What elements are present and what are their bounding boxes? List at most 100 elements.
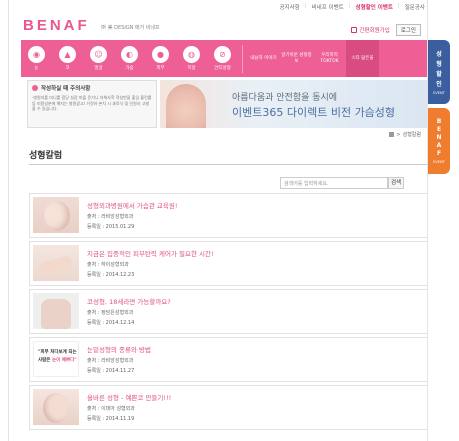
nav-skin[interactable]: ● 피부 [145, 40, 176, 77]
list-item[interactable]: 성형외과병원에서 가슴관 교육원! 출처 : 라비앙성형외과 등록일 : 201… [29, 193, 427, 238]
nav-divider [242, 44, 243, 73]
sidetab-char: N [436, 134, 442, 141]
banner-headline: 아름다움과 안전함을 동시에 [232, 93, 338, 103]
sidetab-char: B [436, 118, 442, 125]
face-icon: ☺ [90, 46, 107, 63]
search-input[interactable]: 검색어를 입력하세요. [280, 177, 388, 189]
link-notice[interactable]: 공지사항 [279, 3, 299, 11]
article-list: 성형외과병원에서 가슴관 교육원! 출처 : 라비앙성형외과 등록일 : 201… [29, 193, 427, 433]
brand-logo[interactable]: BENAF [23, 17, 90, 34]
banner-photo [166, 84, 206, 128]
nav-anti[interactable]: ⊘ 안티성형 [207, 40, 238, 77]
sidetab-more: EVENT [433, 91, 445, 95]
article-thumbnail[interactable] [33, 245, 79, 281]
article-title[interactable]: 지금은 집중적인 피부탄력 케어가 필요한 시간! [87, 248, 214, 258]
breadcrumb-current: 성형칼럼 [402, 132, 421, 138]
sidetab-benaf[interactable]: B E N A F EVENT [428, 108, 450, 174]
nose-icon: ▲ [59, 46, 76, 63]
body-icon: ◍ [183, 46, 200, 63]
article-thumbnail[interactable] [33, 293, 79, 329]
notice-title-text: 작성하실 때 주의사항 [41, 86, 91, 92]
nav-label: 안티성형 [214, 66, 231, 71]
breadcrumb: > 성형칼럼 [389, 131, 421, 138]
article-thumbnail[interactable]: "피부 처다보게 되는 사람은 눈이 예쁘다" [33, 341, 79, 377]
header-actions: 간편회원가입 로그인 [351, 24, 421, 36]
page-frame: 공지사항 | 비네프 이벤트 | 성형할인 이벤트 | 질문공사 BENAF ㈜ 美 … [8, 0, 428, 441]
nav-eye[interactable]: ◉ 눈 [21, 40, 52, 77]
page-title: 성형칼럼 [29, 151, 63, 161]
list-item[interactable]: 코성형, 18세라면 가능할까요? 출처 : 정담은성형외과 등록일 : 201… [29, 289, 427, 334]
signup-link[interactable]: 간편회원가입 [351, 26, 390, 34]
nav-my-story[interactable]: 내남자 이야기 [247, 40, 280, 77]
alert-icon [32, 85, 38, 91]
article-title[interactable]: 올바른 성형 - 예쁜코 만들기!!! [87, 392, 171, 402]
thumb-caption-1: "피부 처다보게 되는 [38, 350, 77, 355]
nav-label: 얼굴 [94, 66, 103, 71]
nav-nose[interactable]: ▲ 코 [52, 40, 83, 77]
article-source: 출처 : 하이성형외과 [87, 262, 129, 268]
nav-face[interactable]: ☺ 얼굴 [83, 40, 114, 77]
main-nav: ◉ 눈 ▲ 코 ☺ 얼굴 ◐ 가슴 ● 피부 ◍ 지방 ⊘ 안티성형 내남자 이야기 알기쉬운… [21, 40, 427, 77]
list-item[interactable]: 올바른 성형 - 예쁜코 만들기!!! 출처 : 이데아 성형외과 등록일 : … [29, 385, 427, 430]
sidetab-char: A [436, 142, 442, 149]
sidetab-char: F [436, 150, 442, 157]
list-item[interactable]: 지금은 집중적인 피부탄력 케어가 필요한 시간! 출처 : 하이성형외과 등록… [29, 241, 427, 286]
signup-label: 간편회원가입 [359, 28, 390, 34]
divider [29, 164, 427, 165]
article-title[interactable]: 성형외과병원에서 가슴관 교육원! [87, 200, 177, 210]
sidetab-more: EVENT [433, 160, 445, 164]
link-qa[interactable]: 질문공사 [405, 3, 425, 11]
list-item[interactable]: "피부 처다보게 되는 사람은 눈이 예쁘다" 눈밑성형의 종류와 방법 출처 … [29, 337, 427, 382]
sidetab-char: 인 [436, 81, 442, 88]
article-title[interactable]: 눈밑성형의 종류와 방법 [87, 344, 151, 354]
sidetab-char: 형 [436, 61, 442, 68]
sidetab-char: E [436, 126, 442, 133]
nav-label: 가슴 [125, 66, 134, 71]
article-source: 출처 : 라비앙성형외과 [87, 358, 134, 364]
face-photo [44, 201, 70, 231]
prohibit-icon: ⊘ [214, 46, 231, 63]
article-title[interactable]: 코성형, 18세라면 가능할까요? [87, 296, 171, 306]
sidetab-char: 할 [436, 71, 442, 78]
article-date: 등록일 : 2014.11.19 [87, 416, 135, 422]
article-source: 출처 : 라비앙성형외과 [87, 214, 134, 220]
login-button[interactable]: 로그인 [395, 24, 421, 36]
nav-label: 코 [65, 66, 70, 71]
nav-star[interactable]: 스타 닮은꼴 [346, 40, 379, 77]
link-discount-event[interactable]: 성형할인 이벤트 [356, 3, 393, 11]
eye-icon: ◉ [28, 46, 45, 63]
nav-info[interactable]: 알기쉬운 성형정보 [280, 40, 313, 77]
promo-banner[interactable]: 아름다움과 안전함을 동시에 이벤트365 다이렉트 비전 가슴성형 [160, 80, 427, 128]
portrait-photo [41, 299, 71, 329]
nav-label: 피부 [156, 66, 165, 71]
article-date: 등록일 : 2014.12.23 [87, 272, 135, 278]
article-source: 출처 : 이데아 성형외과 [87, 406, 135, 412]
user-icon [351, 27, 358, 33]
article-thumbnail[interactable] [33, 197, 79, 233]
thumb-caption-2-highlight: 눈이 예쁘다" [52, 358, 77, 363]
sidetab-char: 성 [436, 51, 442, 58]
home-icon[interactable] [389, 132, 395, 137]
nav-fat[interactable]: ◍ 지방 [176, 40, 207, 77]
banner-title: 이벤트365 다이렉트 비전 가슴성형 [232, 106, 396, 119]
article-thumbnail[interactable] [33, 389, 79, 425]
breadcrumb-arrow: > [396, 131, 401, 138]
link-benaf-event[interactable]: 비네프 이벤트 [312, 3, 344, 11]
article-date: 등록일 : 2015.01.29 [87, 224, 135, 230]
nav-toktok[interactable]: 우리학지 TOKTOK [313, 40, 346, 77]
brand-subtitle: ㈜ 美 DESIGN 매거 비네프 [101, 25, 160, 31]
nav-label: 지방 [187, 66, 196, 71]
article-date: 등록일 : 2014.11.27 [87, 368, 135, 374]
sidetab-discount[interactable]: 성 형 할 인 EVENT [428, 40, 450, 104]
notice-title: 작성하실 때 주의사항 [32, 84, 152, 92]
notice-body: ·병원지를 미니를 힘당 실장 미플 운기니 자체사학 작성만을 출입 블린를 … [32, 95, 152, 111]
nose-photo [43, 393, 69, 423]
search-button[interactable]: 검색 [388, 177, 404, 189]
lips-icon: ● [152, 46, 169, 63]
nav-label: 눈 [34, 66, 39, 71]
article-date: 등록일 : 2014.12.14 [87, 320, 135, 326]
thumb-caption-2-text: 사람은 [38, 358, 52, 363]
top-links: 공지사항 | 비네프 이벤트 | 성형할인 이벤트 | 질문공사 [279, 3, 425, 11]
nav-breast[interactable]: ◐ 가슴 [114, 40, 145, 77]
article-source: 출처 : 정담은성형외과 [87, 310, 134, 316]
